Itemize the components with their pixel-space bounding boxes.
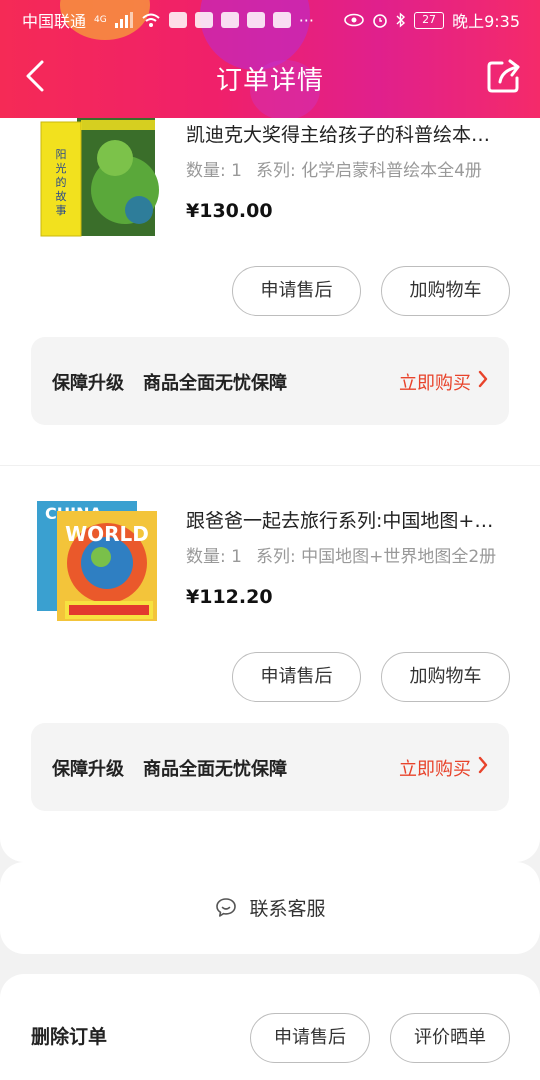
clock-label: 晚上9:35 (452, 12, 520, 31)
bottom-action-bar: 删除订单 申请售后 评价晒单 (0, 974, 540, 1080)
product-image[interactable]: CHINA WORLD (35, 497, 165, 627)
guarantee-banner[interactable]: 保障升级 商品全面无忧保障 立即购买 (31, 337, 509, 425)
product-name[interactable]: 凯迪克大奖得主给孩子的科普绘本系列 (186, 120, 506, 147)
product-price: ¥130.00 (186, 200, 273, 222)
wifi-icon (142, 13, 160, 27)
chevron-right-icon (478, 756, 488, 774)
product-image[interactable]: 阳 光 的 故 事 (35, 118, 165, 242)
app-notification-icon (220, 12, 239, 28)
product-price: ¥112.20 (186, 586, 273, 608)
cover-text: WORLD (65, 522, 149, 546)
svg-text:的: 的 (56, 175, 67, 189)
buy-now-link[interactable]: 立即购买 (399, 369, 471, 395)
status-bar: 中国联通 4G ··· 27 晚上9:35 (0, 0, 540, 38)
guarantee-subtitle: 商品全面无忧保障 (143, 759, 287, 780)
product-series: 系列: 化学启蒙科普绘本全4册 (255, 161, 482, 181)
share-icon[interactable] (484, 56, 524, 96)
buy-now-link[interactable]: 立即购买 (399, 755, 471, 781)
alarm-icon (373, 14, 387, 28)
header: 中国联通 4G ··· 27 晚上9:35 订单详情 (0, 0, 540, 118)
chat-icon (216, 897, 237, 917)
bluetooth-icon (396, 12, 406, 28)
carrier-label: 中国联通 (22, 12, 87, 31)
guarantee-subtitle: 商品全面无忧保障 (143, 373, 287, 394)
app-notification-icon (272, 12, 291, 28)
app-notification-icon (194, 12, 213, 28)
nav-bar: 订单详情 (0, 38, 540, 118)
signal-icon (114, 12, 133, 28)
product-name[interactable]: 跟爸爸一起去旅行系列:中国地图+世界地图 (186, 506, 506, 533)
app-notification-icon (246, 12, 265, 28)
svg-text:光: 光 (56, 161, 67, 175)
chevron-right-icon (478, 370, 488, 388)
contact-service-button[interactable]: 联系客服 (0, 894, 540, 921)
page-title: 订单详情 (215, 66, 324, 96)
review-button[interactable]: 评价晒单 (390, 1013, 510, 1063)
contact-service-card: 联系客服 (0, 862, 540, 954)
order-products-card: 阳 光 的 故 事 凯迪克大奖得主给孩子的科普绘本系列 数量: 1 系列: 化学启… (0, 118, 540, 862)
eye-icon (344, 13, 364, 27)
product-quantity: 数量: 1 (186, 547, 242, 567)
after-sale-button[interactable]: 申请售后 (250, 1013, 370, 1063)
add-to-cart-button[interactable]: 加购物车 (381, 266, 510, 316)
guarantee-title: 保障升级 (52, 373, 124, 394)
product-series: 系列: 中国地图+世界地图全2册 (255, 547, 497, 567)
add-to-cart-button[interactable]: 加购物车 (381, 652, 510, 702)
product-item: CHINA WORLD 跟爸爸一起去旅行系列:中国地图+世界地图 数量: 1 系列… (0, 466, 540, 846)
network-label: 4G (94, 15, 107, 25)
svg-text:故: 故 (56, 189, 67, 203)
after-sale-button[interactable]: 申请售后 (232, 652, 361, 702)
delete-order-button[interactable]: 删除订单 (31, 1022, 107, 1049)
cover-text: 阳 (56, 148, 67, 161)
guarantee-title: 保障升级 (52, 759, 124, 780)
product-quantity: 数量: 1 (186, 161, 242, 181)
contact-service-label: 联系客服 (249, 898, 326, 920)
app-notification-icon (168, 12, 187, 28)
svg-text:事: 事 (56, 204, 67, 217)
product-meta: 数量: 1 系列: 中国地图+世界地图全2册 (186, 542, 506, 567)
product-item: 阳 光 的 故 事 凯迪克大奖得主给孩子的科普绘本系列 数量: 1 系列: 化学启… (0, 118, 540, 465)
after-sale-button[interactable]: 申请售后 (232, 266, 361, 316)
product-meta: 数量: 1 系列: 化学启蒙科普绘本全4册 (186, 156, 506, 181)
more-notifications-icon: ··· (298, 10, 314, 30)
guarantee-banner[interactable]: 保障升级 商品全面无忧保障 立即购买 (31, 723, 509, 811)
battery-icon: 27 (414, 11, 445, 29)
